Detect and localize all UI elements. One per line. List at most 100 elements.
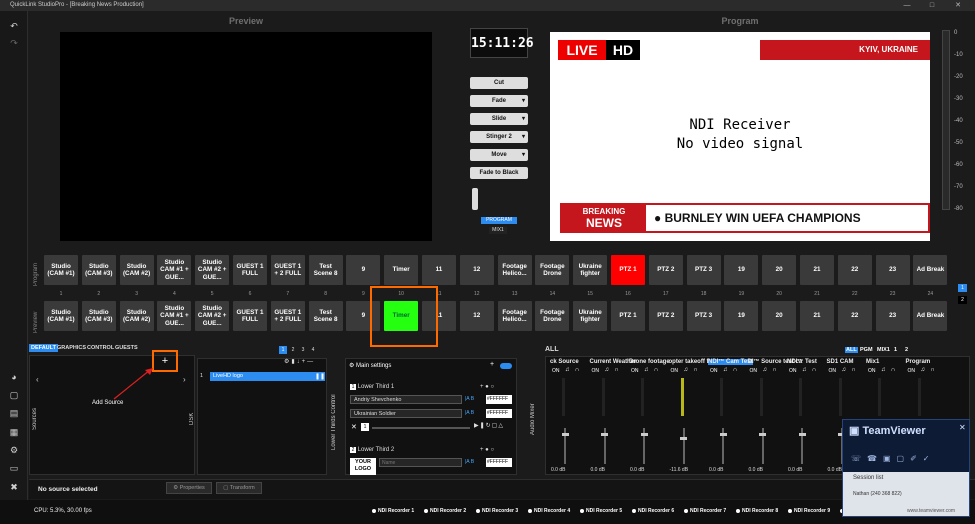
display-icon[interactable]: ▤ xyxy=(5,406,23,420)
audio-tab-1[interactable]: 1 xyxy=(893,347,898,353)
headphones-icon[interactable]: ∩ xyxy=(654,367,658,373)
preview-source-1[interactable]: Studio (CAM #1) xyxy=(44,301,78,331)
lower-third-1-duration[interactable]: 1 xyxy=(361,423,369,431)
speaker-icon[interactable]: ♫ xyxy=(881,367,886,373)
text-format-icon[interactable]: |A B xyxy=(465,396,474,402)
audio-tab-2[interactable]: 2 xyxy=(904,347,909,353)
text-format-icon-3[interactable]: |A B xyxy=(465,459,474,465)
lower-third-2-name-field[interactable] xyxy=(379,458,462,467)
headphones-icon[interactable]: ∩ xyxy=(733,367,737,373)
chevron-down-icon[interactable]: ▾ xyxy=(522,95,525,107)
program-source-11[interactable]: 11 xyxy=(422,255,456,285)
lower-third-1-controls[interactable]: + ● ○ xyxy=(480,384,494,390)
program-source-12[interactable]: 12 xyxy=(459,255,494,285)
audio-on-toggle[interactable]: ON xyxy=(631,368,639,374)
program-source-21[interactable]: 21 xyxy=(800,255,834,285)
preview-source-15[interactable]: Ukraine fighter xyxy=(573,301,608,331)
audio-on-toggle[interactable]: ON xyxy=(592,368,600,374)
program-source-3[interactable]: Studio (CAM #2) xyxy=(119,255,154,285)
properties-button[interactable]: ⚙ Properties xyxy=(166,482,212,494)
monitor-icon[interactable]: ▢ xyxy=(5,388,23,402)
ndi-recorder-9[interactable]: NDI Recorder 9 xyxy=(788,508,830,514)
page-2-button[interactable]: 2 xyxy=(958,296,967,304)
preview-source-18[interactable]: PTZ 3 xyxy=(686,301,721,331)
chevron-down-icon[interactable]: ▾ xyxy=(522,149,525,161)
preview-source-14[interactable]: Footage Drone xyxy=(535,301,570,331)
add-lower-third-icon[interactable]: + xyxy=(490,361,494,368)
source-page-2[interactable]: 2 xyxy=(289,346,297,354)
tab-guests[interactable]: GUESTS xyxy=(115,345,138,351)
program-source-5[interactable]: Studio CAM #2 + GUE... xyxy=(195,255,230,285)
preview-source-21[interactable]: 21 xyxy=(800,301,834,331)
pause-icon[interactable]: ❚❚ xyxy=(315,373,325,380)
preview-source-5[interactable]: Studio CAM #2 + GUE... xyxy=(195,301,230,331)
folder-icon[interactable]: ▭ xyxy=(5,461,23,475)
program-source-1[interactable]: Studio (CAM #1) xyxy=(44,255,78,285)
audio-on-toggle[interactable]: ON xyxy=(710,368,718,374)
ndi-recorder-7[interactable]: NDI Recorder 7 xyxy=(684,508,726,514)
tab-graphics[interactable]: GRAPHICS xyxy=(57,345,86,351)
preview-source-2[interactable]: Studio (CAM #3) xyxy=(81,301,116,331)
preview-source-16[interactable]: PTZ 1 xyxy=(611,301,645,331)
preview-source-8[interactable]: Test Scene 8 xyxy=(308,301,343,331)
teamviewer-close-icon[interactable]: ✕ xyxy=(959,423,966,432)
redo-icon[interactable]: ↷ xyxy=(5,36,23,50)
fader-knob[interactable] xyxy=(640,433,648,436)
headphones-icon[interactable]: ∩ xyxy=(891,367,895,373)
ndi-recorder-6[interactable]: NDI Recorder 6 xyxy=(632,508,674,514)
audio-on-toggle[interactable]: ON xyxy=(552,368,560,374)
page-1-button[interactable]: 1 xyxy=(958,284,967,292)
fader-knob[interactable] xyxy=(798,433,806,436)
preview-source-20[interactable]: 20 xyxy=(762,301,797,331)
audio-on-toggle[interactable]: ON xyxy=(750,368,758,374)
program-source-10[interactable]: Timer xyxy=(384,255,419,285)
speaker-icon[interactable]: ♫ xyxy=(605,367,610,373)
headphones-icon[interactable]: ∩ xyxy=(615,367,619,373)
minimize-button[interactable]: — xyxy=(897,0,917,11)
teamviewer-toolbar[interactable]: ☏☎▣▢✐✓ xyxy=(851,454,936,463)
sources-left-arrow[interactable]: ‹ xyxy=(36,375,39,384)
headphones-icon[interactable]: ∩ xyxy=(931,367,935,373)
program-source-23[interactable]: 23 xyxy=(875,255,910,285)
tab-control[interactable]: CONTROL xyxy=(87,345,114,351)
chevron-down-icon[interactable]: ▾ xyxy=(522,131,525,143)
preview-source-12[interactable]: 12 xyxy=(459,301,494,331)
sources-right-arrow[interactable]: › xyxy=(183,375,186,384)
preview-source-19[interactable]: 19 xyxy=(724,301,759,331)
transform-button[interactable]: ▢ Transform xyxy=(216,482,262,494)
ndi-recorder-5[interactable]: NDI Recorder 5 xyxy=(580,508,622,514)
headphones-icon[interactable]: ∩ xyxy=(694,367,698,373)
source-page-1[interactable]: 1 xyxy=(279,346,287,354)
program-source-22[interactable]: 22 xyxy=(837,255,872,285)
fader-knob[interactable] xyxy=(680,437,687,440)
transition-button-3[interactable]: Slide ▾ xyxy=(470,113,528,125)
program-source-9[interactable]: 9 xyxy=(346,255,381,285)
speaker-icon[interactable]: ♫ xyxy=(842,367,847,373)
speaker-icon[interactable]: ♫ xyxy=(644,367,649,373)
close-lower-third-icon[interactable]: ✕ xyxy=(351,423,357,431)
transition-button-2[interactable]: Fade ▾ xyxy=(470,95,528,107)
preview-source-3[interactable]: Studio (CAM #2) xyxy=(119,301,154,331)
program-source-7[interactable]: GUEST 1 + 2 FULL xyxy=(270,255,305,285)
grid-icon[interactable]: ▦ xyxy=(5,425,23,439)
audio-on-toggle[interactable]: ON xyxy=(908,368,916,374)
lower-third-2-controls[interactable]: + ● ○ xyxy=(480,447,494,453)
headphones-icon[interactable]: ∩ xyxy=(773,367,777,373)
main-settings-row[interactable]: ⚙ Main settings xyxy=(349,362,391,369)
source-page-4[interactable]: 4 xyxy=(309,346,317,354)
speaker-icon[interactable]: ♫ xyxy=(723,367,728,373)
program-source-17[interactable]: PTZ 2 xyxy=(648,255,683,285)
audio-on-toggle[interactable]: ON xyxy=(789,368,797,374)
audio-tab-pgm[interactable]: PGM xyxy=(859,347,874,353)
lower-third-2-color[interactable]: #FFFFFF xyxy=(486,458,512,467)
t-bar-slider[interactable] xyxy=(472,188,478,210)
audio-tab-all[interactable]: ALL xyxy=(845,347,858,353)
dashboard-icon[interactable]: ◕ xyxy=(5,370,23,384)
undo-icon[interactable]: ↶ xyxy=(5,19,23,33)
speaker-icon[interactable]: ♫ xyxy=(763,367,768,373)
text-format-icon-2[interactable]: |A B xyxy=(465,410,474,416)
ndi-recorder-8[interactable]: NDI Recorder 8 xyxy=(736,508,778,514)
preview-source-6[interactable]: GUEST 1 FULL xyxy=(233,301,267,331)
program-source-16[interactable]: PTZ 1 xyxy=(611,255,645,285)
speaker-icon[interactable]: ♫ xyxy=(802,367,807,373)
